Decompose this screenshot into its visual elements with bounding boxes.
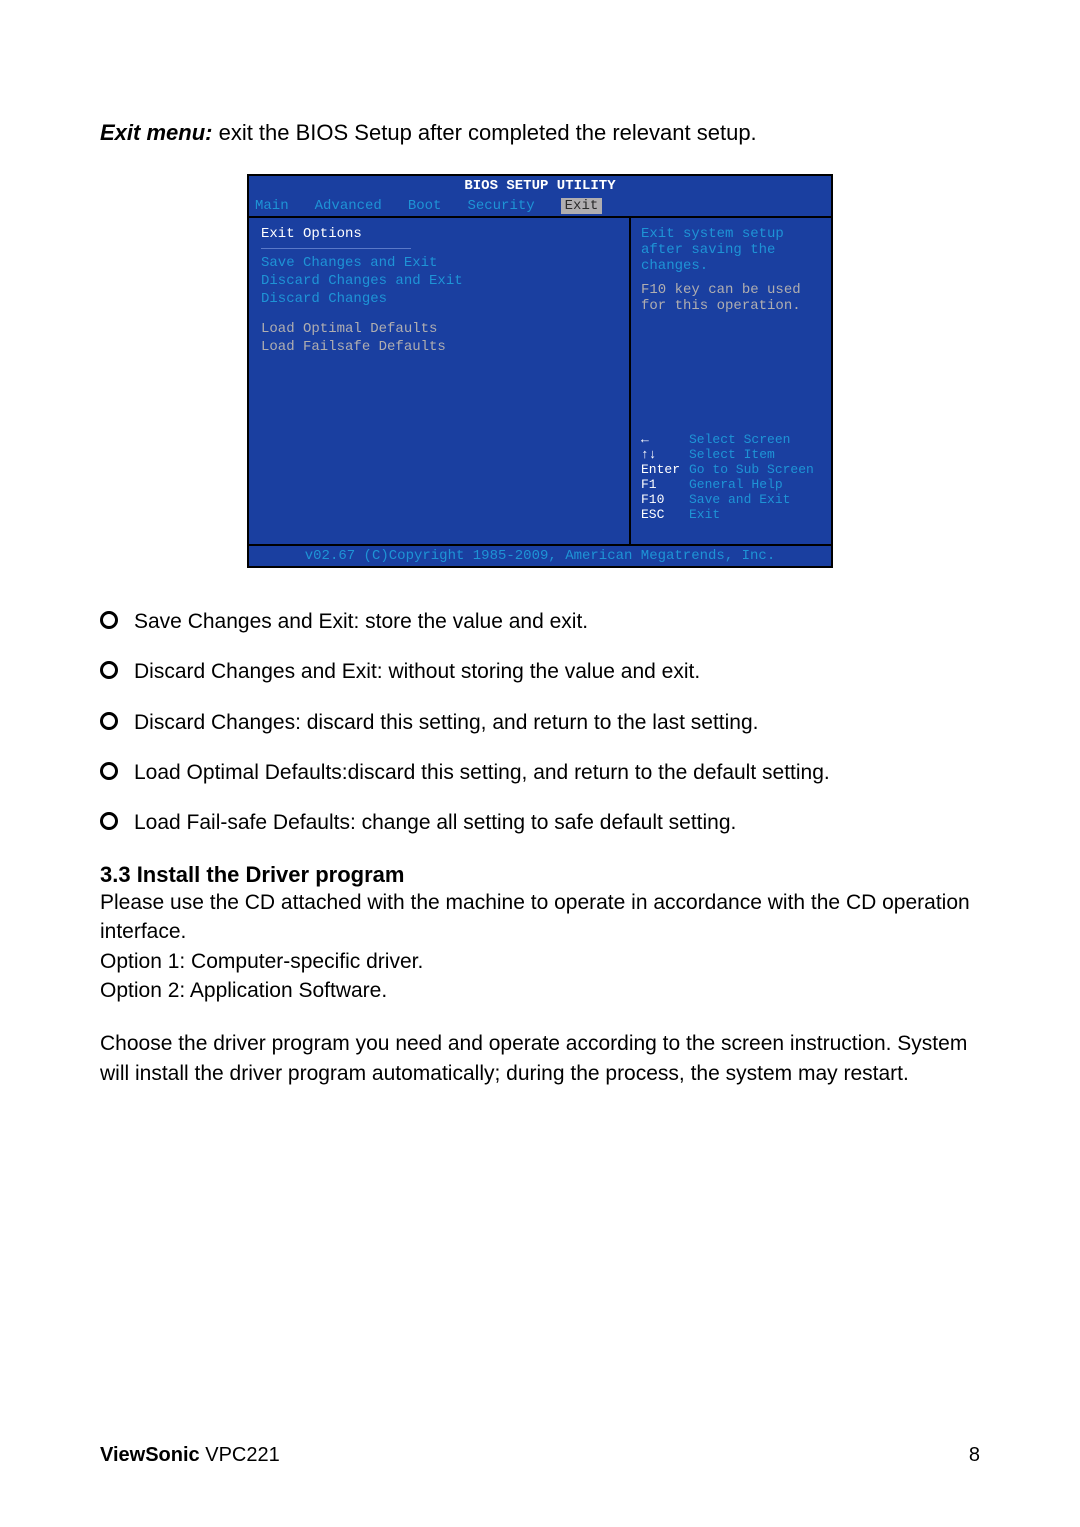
spacer: [261, 309, 617, 319]
section-3-3-opt2: Option 2: Application Software.: [100, 976, 980, 1005]
exit-menu-label: Exit menu:: [100, 120, 212, 145]
nav-act: Go to Sub Screen: [689, 462, 814, 477]
bios-item-load-failsafe[interactable]: Load Failsafe Defaults: [261, 339, 617, 355]
bios-item-save-exit[interactable]: Save Changes and Exit: [261, 255, 617, 271]
bios-tab-main[interactable]: Main: [255, 198, 289, 214]
bios-left-panel: Exit Options Save Changes and Exit Disca…: [249, 218, 631, 544]
footer-brand-bold: ViewSonic: [100, 1444, 200, 1466]
option-bullets: Save Changes and Exit: store the value a…: [100, 608, 980, 838]
bios-nav-row: F1General Help: [641, 477, 821, 492]
bios-item-load-optimal[interactable]: Load Optimal Defaults: [261, 321, 617, 337]
list-item: Discard Changes: discard this setting, a…: [100, 709, 980, 737]
bios-tab-exit[interactable]: Exit: [561, 198, 603, 214]
nav-act: Save and Exit: [689, 492, 790, 507]
nav-act: Select Item: [689, 447, 775, 462]
bios-nav-block: ←Select Screen ↑↓Select Item EnterGo to …: [641, 432, 821, 522]
section-3-3-opt1: Option 1: Computer-specific driver.: [100, 947, 980, 976]
spacer: [100, 1005, 980, 1029]
bios-body: Exit Options Save Changes and Exit Disca…: [247, 216, 833, 546]
bios-section-title: Exit Options: [261, 226, 617, 242]
bullet-text: Save Changes and Exit: store the value a…: [134, 608, 588, 636]
spacer: [641, 274, 821, 282]
bios-nav-row: ESCExit: [641, 507, 821, 522]
section-3-3-heading: 3.3 Install the Driver program: [100, 862, 980, 888]
bios-nav-row: EnterGo to Sub Screen: [641, 462, 821, 477]
bullet-text: Load Fail-safe Defaults: change all sett…: [134, 809, 736, 837]
bios-divider: [261, 248, 411, 249]
bios-right-panel: Exit system setup after saving the chang…: [631, 218, 831, 544]
list-item: Discard Changes and Exit: without storin…: [100, 658, 980, 686]
page-number: 8: [969, 1444, 980, 1467]
bios-tab-security[interactable]: Security: [467, 198, 534, 214]
page-footer: ViewSonic VPC221 8: [100, 1444, 980, 1467]
nav-key: F10: [641, 492, 689, 507]
bios-item-discard-exit[interactable]: Discard Changes and Exit: [261, 273, 617, 289]
bios-tab-boot[interactable]: Boot: [408, 198, 442, 214]
bios-tab-advanced[interactable]: Advanced: [315, 198, 382, 214]
circle-bullet-icon: [100, 762, 118, 780]
circle-bullet-icon: [100, 712, 118, 730]
bios-help-sub: F10 key can be used for this operation.: [641, 282, 821, 314]
nav-act: Select Screen: [689, 432, 790, 447]
bullet-text: Load Optimal Defaults:discard this setti…: [134, 759, 830, 787]
nav-key: ↑↓: [641, 447, 689, 462]
footer-brand: ViewSonic VPC221: [100, 1444, 280, 1467]
bullet-text: Discard Changes: discard this setting, a…: [134, 709, 759, 737]
bios-nav-row: ↑↓Select Item: [641, 447, 821, 462]
section-3-3-p1: Please use the CD attached with the mach…: [100, 888, 980, 947]
circle-bullet-icon: [100, 661, 118, 679]
nav-key: ←: [641, 432, 689, 447]
exit-menu-desc: exit the BIOS Setup after completed the …: [212, 120, 756, 145]
nav-key: Enter: [641, 462, 689, 477]
bios-item-discard[interactable]: Discard Changes: [261, 291, 617, 307]
bios-nav-row: F10Save and Exit: [641, 492, 821, 507]
bios-title: BIOS SETUP UTILITY: [247, 174, 833, 196]
bullet-text: Discard Changes and Exit: without storin…: [134, 658, 700, 686]
nav-act: General Help: [689, 477, 783, 492]
list-item: Load Fail-safe Defaults: change all sett…: [100, 809, 980, 837]
circle-bullet-icon: [100, 812, 118, 830]
nav-key: F1: [641, 477, 689, 492]
section-3-3-p2: Choose the driver program you need and o…: [100, 1029, 980, 1088]
list-item: Save Changes and Exit: store the value a…: [100, 608, 980, 636]
footer-brand-model: VPC221: [200, 1444, 280, 1466]
bios-nav-row: ←Select Screen: [641, 432, 821, 447]
bios-tab-bar: Main Advanced Boot Security Exit: [247, 196, 833, 216]
list-item: Load Optimal Defaults:discard this setti…: [100, 759, 980, 787]
bios-screenshot: BIOS SETUP UTILITY Main Advanced Boot Se…: [247, 174, 833, 568]
bios-footer: v02.67 (C)Copyright 1985-2009, American …: [247, 546, 833, 568]
nav-key: ESC: [641, 507, 689, 522]
circle-bullet-icon: [100, 611, 118, 629]
nav-act: Exit: [689, 507, 720, 522]
bios-help-main: Exit system setup after saving the chang…: [641, 226, 821, 274]
exit-menu-intro: Exit menu: exit the BIOS Setup after com…: [100, 120, 980, 146]
